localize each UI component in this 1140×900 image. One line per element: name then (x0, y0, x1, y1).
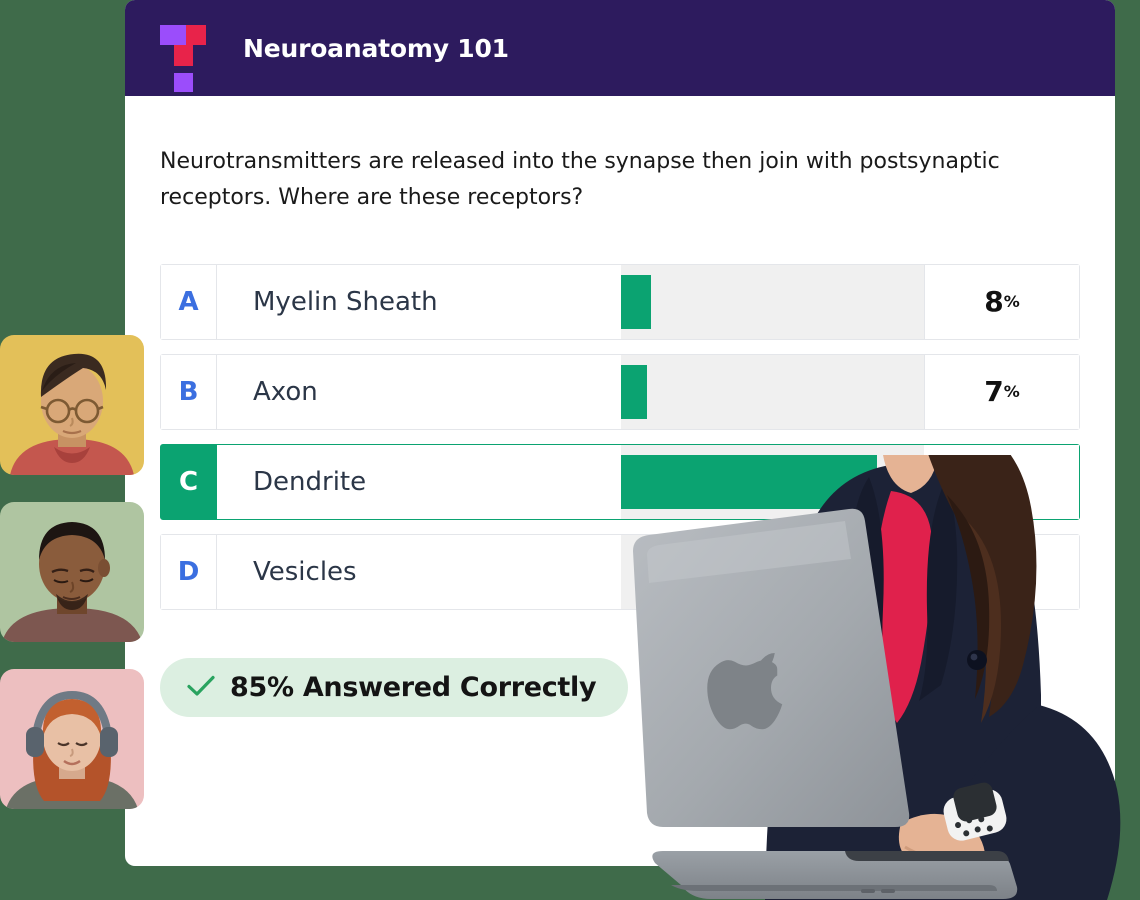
status-badge: 85% Answered Correctly (160, 658, 629, 717)
answer-bar-track-d (621, 535, 924, 609)
answer-bar-fill-c (621, 455, 877, 509)
answer-percent-cell-a: 8% (924, 265, 1079, 339)
status-badge-label: 85% Answered Correctly (230, 672, 597, 703)
answer-percent-b: 7 (984, 375, 1004, 408)
quiz-card: Neuroanatomy 101 Neurotransmitters are r… (125, 0, 1115, 866)
check-icon (186, 674, 216, 702)
participant-video-2[interactable] (0, 502, 144, 642)
page-title: Neuroanatomy 101 (243, 33, 509, 63)
answer-percent-cell-c (924, 445, 1079, 519)
answer-percent-sign-a: % (1003, 292, 1020, 311)
participant-video-list (0, 335, 144, 836)
logo-block-bottom (174, 73, 193, 92)
card-body: Neurotransmitters are released into the … (125, 96, 1115, 717)
top-hat-logo-icon (160, 17, 210, 92)
answer-bar-track-a (621, 265, 924, 339)
answer-percent-cell-b: 7% (924, 355, 1079, 429)
answer-label-b: Axon (217, 355, 621, 429)
participant-video-1[interactable] (0, 335, 144, 475)
answer-row-b[interactable]: B Axon 7% (160, 354, 1080, 430)
logo-block-stem (174, 45, 193, 66)
answer-bar-fill-b (621, 365, 647, 419)
logo-block-top-left (160, 25, 186, 45)
answer-label-d: Vesicles (217, 535, 621, 609)
participant-video-3[interactable] (0, 669, 144, 809)
answer-row-c[interactable]: C Dendrite (160, 444, 1080, 520)
answer-row-a[interactable]: A Myelin Sheath 8% (160, 264, 1080, 340)
answer-percent-cell-d (924, 535, 1079, 609)
card-header: Neuroanatomy 101 (125, 0, 1115, 96)
answer-list: A Myelin Sheath 8% B Axon 7% C Dendrite … (160, 264, 1080, 610)
answer-row-d[interactable]: D Vesicles (160, 534, 1080, 610)
answer-bar-fill-a (621, 275, 651, 329)
answer-letter-c: C (161, 445, 217, 519)
answer-bar-track-b (621, 355, 924, 429)
answer-letter-b: B (161, 355, 217, 429)
answer-percent-a: 8 (984, 285, 1004, 318)
answer-bar-track-c (621, 445, 924, 519)
answer-label-c: Dendrite (217, 445, 621, 519)
answer-percent-sign-b: % (1003, 382, 1020, 401)
answer-letter-d: D (161, 535, 217, 609)
logo-block-top-right (186, 25, 206, 45)
question-text: Neurotransmitters are released into the … (160, 149, 1000, 210)
answer-letter-a: A (161, 265, 217, 339)
answer-label-a: Myelin Sheath (217, 265, 621, 339)
